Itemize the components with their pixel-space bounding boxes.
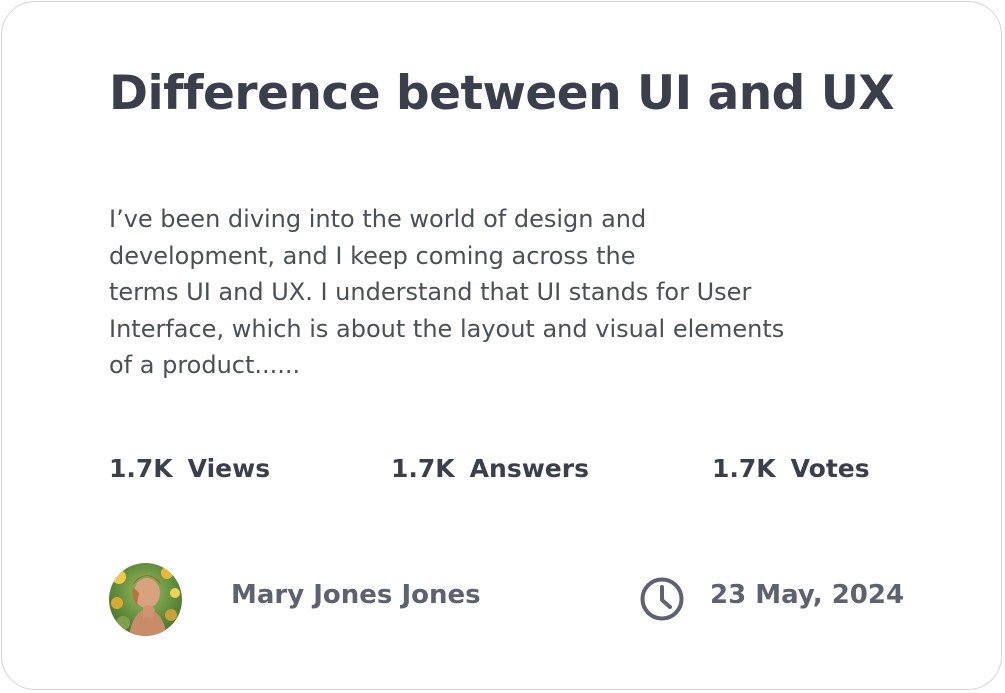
author-avatar[interactable] bbox=[109, 563, 182, 636]
views-count: 1.7K bbox=[109, 454, 173, 483]
post-date: 23 May, 2024 bbox=[710, 580, 905, 610]
answers-label: Answers bbox=[469, 454, 589, 483]
views-label: Views bbox=[187, 454, 271, 483]
question-title[interactable]: Difference between UI and UX bbox=[109, 66, 895, 121]
excerpt-line: terms UI and UX. I understand that UI st… bbox=[109, 278, 752, 306]
excerpt-line: I’ve been diving into the world of desig… bbox=[109, 205, 647, 233]
clock-icon bbox=[640, 577, 684, 621]
answers-count: 1.7K bbox=[391, 454, 455, 483]
author-name[interactable]: Mary Jones Jones bbox=[231, 580, 481, 610]
excerpt-line: Interface, which is about the layout and… bbox=[109, 314, 785, 343]
avatar-photo bbox=[109, 563, 182, 636]
answers-stat[interactable]: 1.7K Answers bbox=[391, 454, 589, 483]
excerpt-line: of a product...... bbox=[109, 351, 301, 379]
question-excerpt: I’ve been diving into the world of desig… bbox=[109, 201, 909, 384]
question-card[interactable]: Difference between UI and UX I’ve been d… bbox=[1, 1, 1002, 690]
excerpt-line: development, and I keep coming across th… bbox=[109, 241, 636, 270]
votes-label: Votes bbox=[790, 454, 870, 483]
views-stat: 1.7K Views bbox=[109, 454, 270, 483]
votes-count: 1.7K bbox=[712, 454, 776, 483]
votes-stat[interactable]: 1.7K Votes bbox=[712, 454, 870, 483]
